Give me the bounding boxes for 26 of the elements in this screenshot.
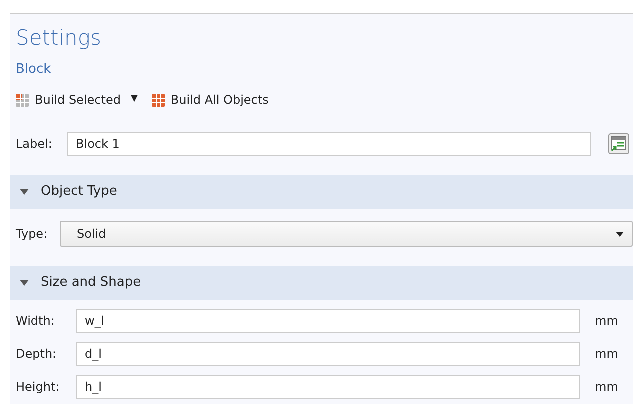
field-label: Type: <box>16 226 49 243</box>
caret-icon <box>616 232 624 236</box>
field-label: Label: <box>16 136 54 153</box>
value-field[interactable]: h_l <box>76 374 580 398</box>
build-selected-dropdown[interactable]: Build Selected ▼ <box>16 91 138 109</box>
field-label: Depth: <box>16 346 58 362</box>
section-header[interactable]: Object Type <box>10 175 633 209</box>
panel-subtitle: Block <box>16 61 52 79</box>
expand-triangle-icon <box>20 189 29 195</box>
field-label: Height: <box>16 378 61 396</box>
panel-title: Settings <box>16 25 102 51</box>
caret-icon: ▼ <box>130 93 138 107</box>
build-all-button[interactable]: Build All Objects <box>152 91 269 109</box>
value-field[interactable]: w_l <box>76 308 580 332</box>
edit-label-icon[interactable] <box>608 133 630 155</box>
type-select[interactable]: Solid <box>60 221 633 247</box>
section-header[interactable]: Size and Shape <box>10 266 633 300</box>
unit-label: mm <box>595 378 618 396</box>
grid-icon <box>16 94 29 106</box>
field-label: Width: <box>16 312 56 330</box>
unit-label: mm <box>595 346 618 362</box>
expand-triangle-icon <box>20 280 29 286</box>
value-field[interactable]: d_l <box>76 342 580 366</box>
grid-icon <box>152 94 165 106</box>
unit-label: mm <box>595 312 618 330</box>
label-field[interactable]: Block 1 <box>67 132 591 156</box>
